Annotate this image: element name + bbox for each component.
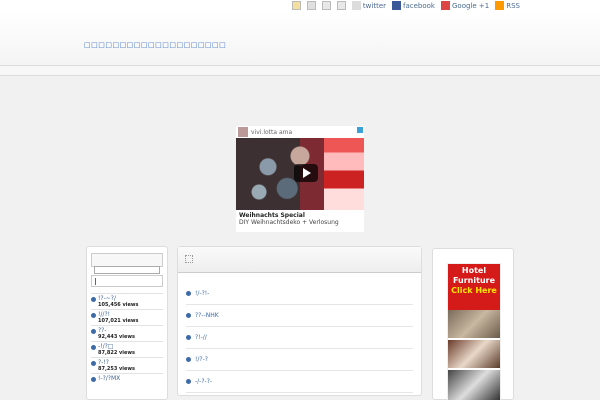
ranking-views: 92,443 views	[98, 334, 135, 340]
ranking-title[interactable]: ??-	[98, 327, 135, 334]
right-sidebar: Hotel Furniture Click Here	[432, 248, 514, 400]
article-list: !/-?!- ??--NHK ?!-// !/?-? -/-?-?-	[178, 273, 421, 393]
bullet-icon	[91, 329, 96, 334]
bookmark-icon[interactable]	[291, 1, 301, 10]
list-item[interactable]: -/-?-?-	[186, 371, 413, 393]
rss-icon	[495, 1, 505, 10]
bullet-icon	[91, 313, 96, 318]
list-item[interactable]: !/-?!-	[186, 283, 413, 305]
play-icon[interactable]	[294, 164, 318, 182]
mail-icon[interactable]	[321, 1, 331, 10]
facebook-link[interactable]: facebook	[392, 1, 435, 10]
facebook-icon	[392, 1, 402, 10]
ad-account: vivi.lotta ama	[251, 128, 293, 136]
google-plus-link[interactable]: Google +1	[441, 1, 489, 10]
section-header	[178, 247, 421, 273]
secondary-input[interactable]	[91, 275, 163, 287]
ad-thumbnail-photo	[324, 138, 364, 210]
social-links: twitter facebook Google +1 RSS	[291, 1, 520, 10]
article-link[interactable]: !/?-?	[195, 356, 208, 363]
mobile-icon[interactable]	[336, 1, 346, 10]
ad-photo	[448, 370, 500, 400]
ranking-item[interactable]: !-?/?MX	[91, 373, 163, 389]
ranking-item[interactable]: ?-!? 87,253 views	[91, 357, 163, 373]
article-link[interactable]: !/-?!-	[195, 290, 209, 297]
bullet-icon	[186, 379, 191, 384]
adchoices-icon[interactable]	[357, 127, 363, 133]
ad-header: vivi.lotta ama	[236, 126, 364, 138]
ranking-item[interactable]: -!/?□ 87,822 views	[91, 341, 163, 357]
twitter-label: twitter	[362, 1, 387, 10]
twitter-link[interactable]: twitter	[351, 1, 387, 10]
main-content: !/-?!- ??--NHK ?!-// !/?-? -/-?-?-	[177, 246, 422, 396]
ranking-views: 105,456 views	[98, 302, 139, 308]
rss-label: RSS	[506, 1, 520, 10]
ranking-title[interactable]: !//?!	[98, 311, 138, 318]
ad-line: Furniture	[452, 276, 496, 285]
ad-video-thumbnail[interactable]	[236, 138, 364, 210]
bullet-icon	[91, 297, 96, 302]
ranking-views: 107,021 views	[98, 318, 139, 324]
list-item[interactable]: !/?-?	[186, 349, 413, 371]
bullet-icon	[91, 377, 96, 382]
bullet-icon	[91, 361, 96, 366]
rss-link[interactable]: RSS	[495, 1, 520, 10]
ranking-list: !?-~?/105,456 views !//?! 107,021 views ?…	[91, 293, 163, 389]
article-link[interactable]: ??--NHK	[195, 312, 219, 319]
ranking-title[interactable]: !?-~?/	[98, 295, 138, 302]
nav-bar	[0, 66, 600, 76]
site-title[interactable]: □□□□□□□□□□□□□□□□□□□□	[84, 41, 226, 49]
ranking-title[interactable]: -!/?□	[98, 343, 135, 350]
google-plus-label: Google +1	[452, 1, 490, 10]
twitter-icon	[351, 1, 361, 10]
article-link[interactable]: ?!-//	[195, 334, 207, 341]
bullet-icon	[186, 335, 191, 340]
ranking-item[interactable]: !//?! 107,021 views	[91, 309, 163, 325]
ranking-views: 87,253 views	[98, 366, 135, 372]
ad-banner: Hotel Furniture Click Here	[448, 264, 500, 310]
ad-description: DIY Weihnachtsdeko + Verlosung	[239, 219, 339, 226]
left-sidebar: !?-~?/105,456 views !//?! 107,021 views ?…	[86, 246, 168, 400]
article-link[interactable]: -/-?-?-	[195, 378, 212, 385]
ranking-item[interactable]: !?-~?/105,456 views	[91, 293, 163, 309]
ad-photo	[448, 310, 500, 340]
bullet-icon	[186, 357, 191, 362]
ad-cta[interactable]: Click Here	[448, 286, 500, 296]
hatena-icon[interactable]	[306, 1, 316, 10]
ranking-item[interactable]: ??- 92,443 views	[91, 325, 163, 341]
google-plus-icon	[441, 1, 450, 10]
bullet-icon	[186, 313, 191, 318]
ad-line: Hotel	[461, 266, 487, 275]
search-input[interactable]	[94, 266, 160, 274]
ranking-title[interactable]: !-?/?MX	[98, 375, 120, 382]
ad-title[interactable]: Weihnachts Special	[236, 210, 364, 219]
ranking-title[interactable]: ?-!?	[98, 359, 135, 366]
top-social-bar: twitter facebook Google +1 RSS	[0, 0, 600, 12]
ad-avatar	[238, 127, 248, 137]
bullet-icon	[91, 345, 96, 350]
list-item[interactable]: ?!-//	[186, 327, 413, 349]
section-icon	[185, 255, 193, 263]
site-header: □□□□□□□□□□□□□□□□□□□□	[0, 12, 600, 66]
bullet-icon	[186, 291, 191, 296]
hotel-furniture-ad[interactable]: Hotel Furniture Click Here	[447, 263, 501, 400]
list-item[interactable]: ??--NHK	[186, 305, 413, 327]
search-box	[91, 253, 163, 274]
ranking-views: 87,822 views	[98, 350, 135, 356]
video-ad[interactable]: vivi.lotta ama Weihnachts Special DIY We…	[236, 126, 364, 232]
facebook-label: facebook	[403, 1, 435, 10]
ad-photo	[448, 340, 500, 370]
